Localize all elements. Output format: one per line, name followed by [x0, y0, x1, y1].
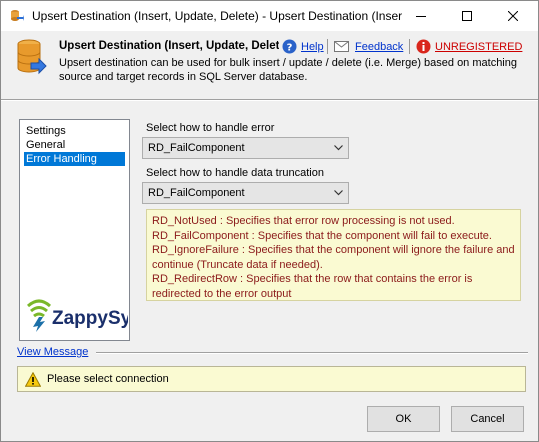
header-separator — [409, 39, 410, 54]
truncation-handling-value: RD_FailComponent — [148, 187, 245, 199]
help-line: RD_FailComponent : Specifies that the co… — [152, 229, 492, 242]
minimize-button[interactable] — [398, 1, 444, 31]
error-handling-value: RD_FailComponent — [148, 142, 245, 154]
maximize-button[interactable] — [444, 1, 490, 31]
mail-icon[interactable] — [334, 41, 349, 52]
info-icon[interactable] — [416, 39, 431, 54]
header-title: Upsert Destination (Insert, Update, Dele… — [59, 40, 279, 52]
database-icon — [17, 39, 47, 75]
wifi-logo-icon — [26, 299, 52, 332]
nav-panel: Settings General Error Handling ZappySys — [19, 119, 130, 341]
header-separator — [327, 39, 328, 54]
header-panel: Upsert Destination (Insert, Update, Dele… — [1, 31, 538, 95]
nav-item-general[interactable]: General — [24, 138, 125, 152]
error-handling-select[interactable]: RD_FailComponent — [142, 137, 349, 159]
title-bar[interactable]: Upsert Destination (Insert, Update, Dele… — [1, 1, 538, 31]
ok-button[interactable]: OK — [367, 406, 440, 432]
help-line: RD_IgnoreFailure : Specifies that the co… — [152, 244, 515, 256]
unregistered-link[interactable]: UNREGISTERED — [435, 41, 522, 53]
close-button[interactable] — [490, 1, 536, 31]
nav-item-error-handling[interactable]: Error Handling — [24, 152, 125, 166]
app-icon — [11, 10, 24, 21]
chevron-down-icon — [334, 190, 343, 196]
zappysys-logo: ZappySys — [26, 299, 128, 332]
message-text: Please select connection — [47, 373, 169, 385]
help-line: continue (Truncate data if needed). — [152, 258, 323, 271]
feedback-link[interactable]: Feedback — [355, 41, 403, 53]
help-link[interactable]: Help — [301, 41, 324, 53]
minimize-icon — [416, 16, 426, 17]
help-line: RD_NotUsed : Specifies that error row pr… — [152, 215, 455, 227]
divider — [1, 99, 538, 101]
window-title: Upsert Destination (Insert, Update, Dele… — [32, 9, 402, 23]
cancel-button[interactable]: Cancel — [451, 406, 524, 432]
divider — [96, 352, 528, 354]
header-description: Upsert destination can be used for bulk … — [59, 57, 517, 83]
message-bar: Please select connection — [17, 366, 526, 392]
close-icon — [508, 11, 518, 21]
truncation-handling-label: Select how to handle data truncation — [146, 167, 324, 179]
help-icon[interactable]: ? — [282, 39, 297, 54]
dialog-window: Upsert Destination (Insert, Update, Dele… — [0, 0, 539, 442]
nav-item-settings[interactable]: Settings — [24, 124, 125, 138]
error-handling-label: Select how to handle error — [146, 122, 275, 134]
help-line: RD_RedirectRow : Specifies that the row … — [152, 273, 473, 285]
svg-text:?: ? — [287, 43, 293, 54]
truncation-handling-select[interactable]: RD_FailComponent — [142, 182, 349, 204]
maximize-icon — [462, 11, 472, 21]
error-options-help-box: RD_NotUsed : Specifies that error row pr… — [146, 209, 521, 301]
chevron-down-icon — [334, 145, 343, 151]
warning-icon — [25, 372, 41, 387]
help-line: redirected to the error output — [152, 287, 292, 300]
view-message-link[interactable]: View Message — [17, 346, 88, 358]
logo-text: ZappySys — [52, 308, 128, 329]
